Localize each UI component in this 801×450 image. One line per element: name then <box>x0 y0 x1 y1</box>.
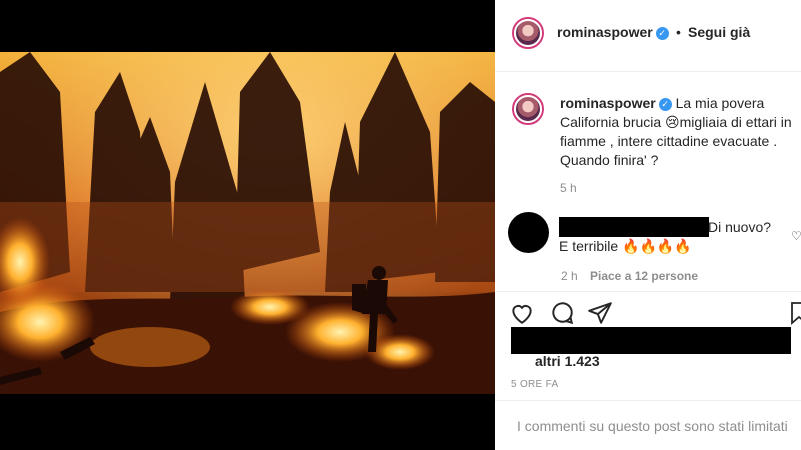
author-username-text[interactable]: rominaspower <box>557 24 653 40</box>
verified-badge-icon: ✓ <box>658 97 672 111</box>
heart-icon[interactable] <box>509 300 535 326</box>
commenter-avatar[interactable] <box>508 212 549 253</box>
header-divider <box>495 71 801 72</box>
actions-divider <box>495 291 801 292</box>
verified-badge-icon: ✓ <box>655 26 669 40</box>
post-date[interactable]: 5 ORE FA <box>511 379 558 390</box>
comment-text-line1: Di nuovo? <box>708 219 772 235</box>
comment-text-line2: E terribile 🔥🔥🔥🔥 <box>559 238 692 254</box>
redacted-commenter-name <box>559 217 709 237</box>
author-username-header[interactable]: rominaspower ✓ <box>557 24 669 40</box>
comments-limited-notice: I commenti su questo post sono stati lim… <box>517 418 788 434</box>
caption-avatar[interactable] <box>512 93 544 125</box>
separator-dot: • <box>676 24 681 40</box>
comment-like-icon[interactable]: ♡ <box>791 229 801 243</box>
caption-username[interactable]: rominaspower <box>560 95 656 111</box>
likes-count[interactable]: altri 1.423 <box>535 353 600 369</box>
post-media <box>0 0 495 450</box>
comments-divider <box>495 400 801 401</box>
caption-age[interactable]: 5 h <box>560 181 577 195</box>
follow-button[interactable]: Segui già <box>688 24 750 40</box>
share-icon[interactable] <box>587 300 613 326</box>
post-side-panel: rominaspower ✓ • Segui già rominaspower ✓ … <box>495 0 801 450</box>
comment-age[interactable]: 2 h <box>561 269 578 283</box>
comment-likes[interactable]: Piace a 12 persone <box>590 269 698 283</box>
comment-likes-text[interactable]: Piace a 12 persone <box>590 269 698 283</box>
comment-icon[interactable] <box>549 300 575 326</box>
wildfire-image <box>0 52 495 394</box>
bookmark-icon[interactable] <box>789 300 801 326</box>
redacted-likers <box>511 327 791 354</box>
author-avatar[interactable] <box>512 17 544 49</box>
post-caption: rominaspower ✓ La mia povera California b… <box>560 94 798 170</box>
post-photo[interactable] <box>0 52 495 394</box>
